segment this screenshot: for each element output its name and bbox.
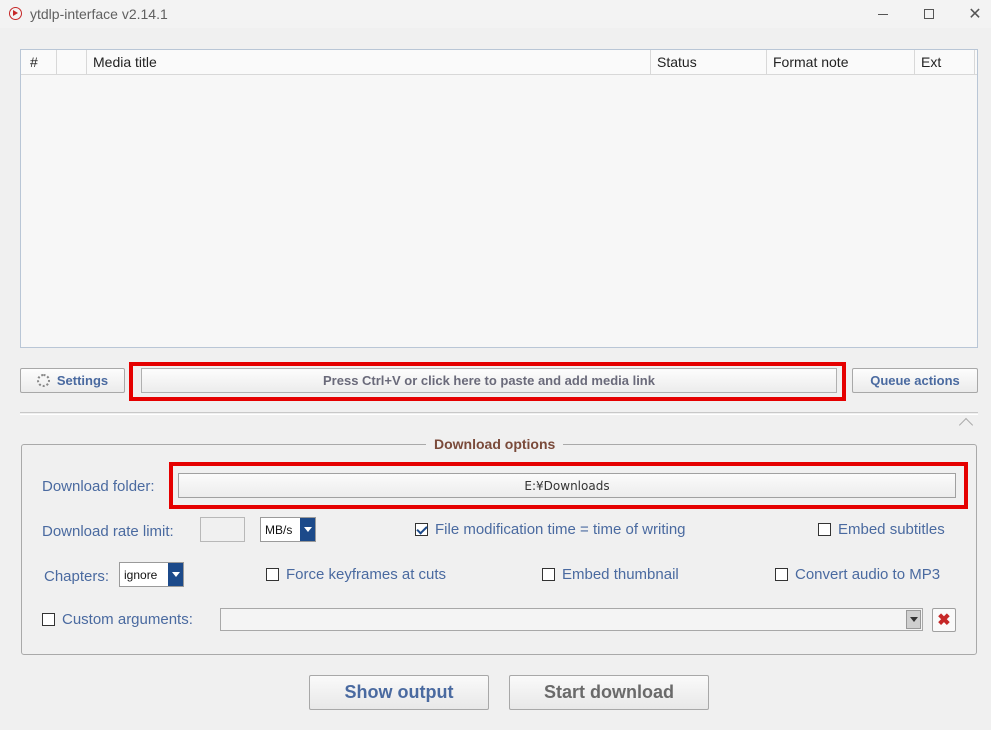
chevron-down-icon: [168, 563, 183, 586]
checkbox-icon: [542, 568, 555, 581]
x-icon: ✖: [937, 612, 951, 629]
rate-unit-select[interactable]: MB/s: [260, 517, 316, 542]
custom-arguments-combo[interactable]: [220, 608, 923, 631]
settings-button[interactable]: Settings: [20, 368, 125, 393]
start-download-label: Start download: [544, 682, 674, 702]
minimize-icon: [878, 13, 888, 15]
embed-subtitles-checkbox[interactable]: Embed subtitles: [818, 521, 945, 538]
chevron-down-icon[interactable]: [906, 610, 921, 629]
force-keyframes-checkbox[interactable]: Force keyframes at cuts: [266, 566, 446, 583]
checkbox-icon: [818, 523, 831, 536]
checkbox-icon: [775, 568, 788, 581]
gear-icon: [36, 374, 50, 387]
maximize-button[interactable]: [906, 0, 952, 28]
column-header-number[interactable]: #: [21, 50, 57, 75]
highlight-box-folder: [169, 462, 968, 509]
force-keyframes-label: Force keyframes at cuts: [286, 566, 447, 583]
column-header-blank[interactable]: [57, 50, 87, 75]
file-mod-time-checkbox[interactable]: File modification time = time of writing: [415, 521, 686, 538]
separator: [20, 412, 978, 413]
window-title: ytdlp-interface v2.14.1: [30, 6, 168, 22]
download-rate-label: Download rate limit:: [42, 523, 174, 540]
download-folder-label: Download folder:: [42, 478, 155, 495]
play-circle-icon: [9, 7, 22, 20]
chapters-label: Chapters:: [44, 568, 110, 585]
file-mod-time-label: File modification time = time of writing: [435, 521, 686, 538]
highlight-box-paste: [129, 362, 846, 401]
checkbox-icon: [42, 613, 55, 626]
checkbox-checked-icon: [415, 523, 428, 536]
maximize-icon: [924, 9, 934, 19]
checkbox-icon: [266, 568, 279, 581]
embed-thumbnail-checkbox[interactable]: Embed thumbnail: [542, 566, 679, 583]
show-output-label: Show output: [344, 682, 454, 702]
column-header-ext[interactable]: Ext: [915, 50, 975, 75]
column-header-status[interactable]: Status: [651, 50, 767, 75]
list-header: # Media title Status Format note Ext: [21, 50, 977, 75]
rate-unit-value: MB/s: [265, 523, 293, 537]
title-bar: ytdlp-interface v2.14.1 ✕: [0, 0, 991, 28]
custom-arguments-label: Custom arguments:: [62, 611, 193, 628]
queue-actions-label: Queue actions: [870, 373, 960, 388]
queue-actions-button[interactable]: Queue actions: [852, 368, 978, 393]
minimize-button[interactable]: [860, 0, 906, 28]
convert-mp3-checkbox[interactable]: Convert audio to MP3: [775, 566, 940, 583]
separator-highlight: [20, 414, 978, 415]
media-list[interactable]: # Media title Status Format note Ext: [20, 49, 978, 348]
chevron-down-icon: [300, 518, 315, 541]
column-header-format-note[interactable]: Format note: [767, 50, 915, 75]
close-icon: ✕: [968, 6, 982, 23]
embed-thumbnail-label: Embed thumbnail: [562, 566, 679, 583]
show-output-button[interactable]: Show output: [309, 675, 489, 710]
chapters-value: ignore: [124, 568, 158, 582]
convert-mp3-label: Convert audio to MP3: [795, 566, 941, 583]
clear-arguments-button[interactable]: ✖: [932, 608, 956, 632]
rate-limit-input[interactable]: [200, 517, 245, 542]
start-download-button[interactable]: Start download: [509, 675, 709, 710]
chevron-up-icon[interactable]: [958, 417, 974, 433]
settings-label: Settings: [56, 373, 109, 388]
download-options-legend: Download options: [426, 436, 564, 452]
chapters-select[interactable]: ignore: [119, 562, 184, 587]
column-header-media-title[interactable]: Media title: [87, 50, 651, 75]
embed-subtitles-label: Embed subtitles: [838, 521, 945, 538]
close-button[interactable]: ✕: [952, 0, 991, 28]
custom-arguments-checkbox[interactable]: Custom arguments:: [42, 611, 193, 628]
